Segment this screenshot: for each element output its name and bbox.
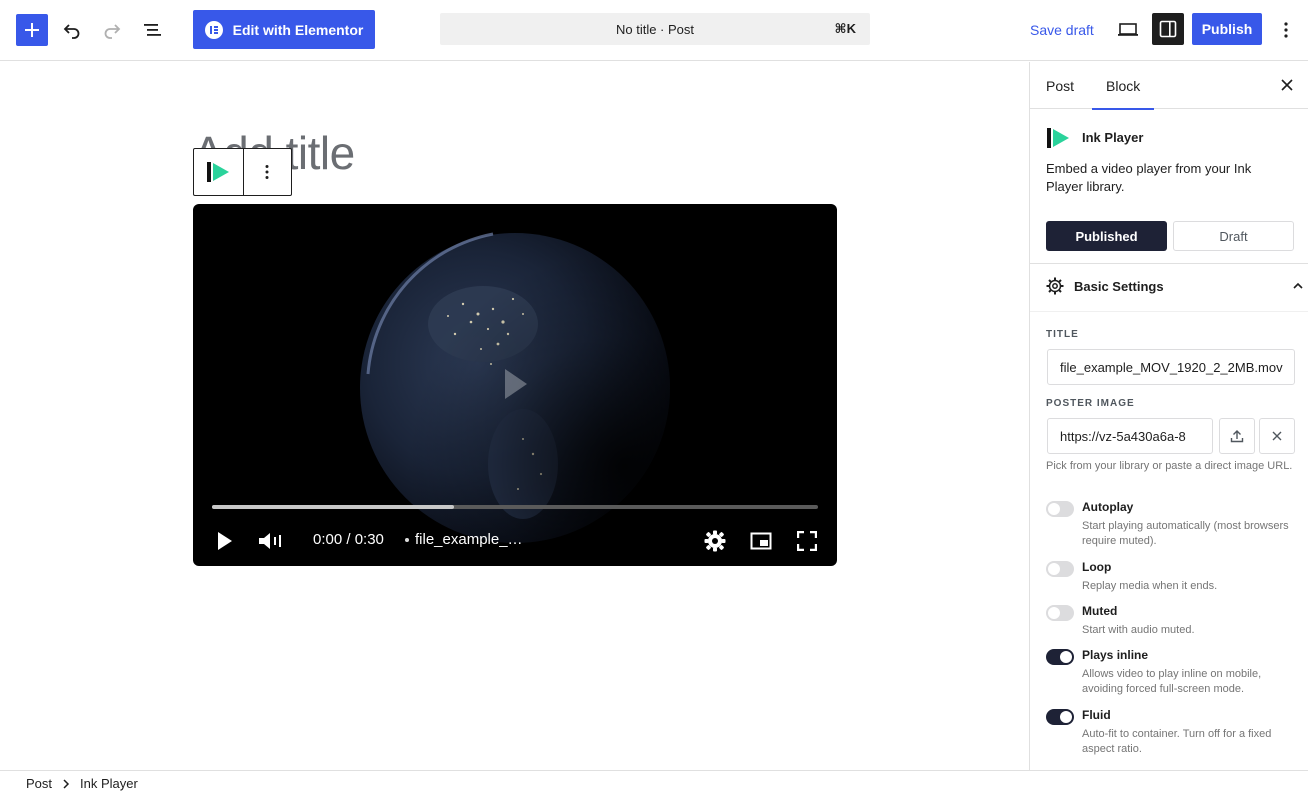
toggle-switch[interactable] <box>1046 501 1074 517</box>
list-view-icon <box>144 24 161 36</box>
status-draft-button[interactable]: Draft <box>1173 221 1294 251</box>
divider <box>1030 311 1308 312</box>
poster-image-label: POSTER IMAGE <box>1046 398 1135 409</box>
fullscreen-icon <box>797 531 817 551</box>
volume-muted-icon <box>259 533 281 549</box>
plus-icon <box>25 23 39 37</box>
video-settings-button[interactable] <box>701 526 729 556</box>
elementor-icon <box>204 20 223 39</box>
toggle-switch[interactable] <box>1046 709 1074 725</box>
toggle-help: Replay media when it ends. <box>1082 580 1218 592</box>
more-vertical-icon <box>265 165 269 179</box>
add-block-button[interactable] <box>16 14 48 46</box>
sidebar-tabs: Post Block <box>1030 62 1308 110</box>
save-draft-button[interactable]: Save draft <box>1022 14 1102 46</box>
toggle-help: Start with audio muted. <box>1082 624 1195 636</box>
publish-button[interactable]: Publish <box>1192 13 1262 45</box>
big-play-icon[interactable] <box>503 367 529 401</box>
redo-icon <box>104 24 121 39</box>
edit-with-elementor-button[interactable]: Edit with Elementor <box>193 10 375 49</box>
tab-block[interactable]: Block <box>1092 62 1155 110</box>
play-button[interactable] <box>213 526 237 556</box>
undo-button[interactable] <box>58 14 86 46</box>
editor-canvas: Add title <box>0 62 1029 770</box>
breadcrumb-post[interactable]: Post <box>26 776 52 791</box>
redo-button[interactable] <box>98 14 126 46</box>
block-options-button[interactable] <box>242 149 292 195</box>
poster-help-text: Pick from your library or paste a direct… <box>1046 460 1293 472</box>
ink-player-icon <box>1047 128 1069 148</box>
poster-image-input[interactable]: https://vz-5a430a6a-8 <box>1047 418 1213 454</box>
gear-icon <box>1046 277 1064 295</box>
shortcut-hint: ⌘K <box>834 21 856 36</box>
settings-toggle-button[interactable] <box>1152 13 1184 45</box>
picture-in-picture-button[interactable] <box>747 526 775 556</box>
close-icon <box>1272 431 1282 441</box>
video-player[interactable]: 0:00 / 0:30 file_example_… <box>193 204 837 566</box>
block-toolbar <box>193 148 292 196</box>
title-field-label: TITLE <box>1046 329 1079 340</box>
tab-post[interactable]: Post <box>1046 62 1074 109</box>
play-icon <box>218 532 232 550</box>
title-separator-dot <box>405 538 409 542</box>
toggle-switch[interactable] <box>1046 561 1074 577</box>
video-progress-bar[interactable] <box>212 505 818 509</box>
video-time: 0:00 / 0:30 <box>313 531 384 548</box>
undo-icon <box>63 24 80 39</box>
pip-icon <box>750 532 772 550</box>
edit-with-elementor-label: Edit with Elementor <box>232 21 364 38</box>
toggle-help: Allows video to play inline on mobile, a… <box>1082 668 1262 695</box>
gear-icon <box>704 530 726 552</box>
status-published-button[interactable]: Published <box>1046 221 1167 251</box>
chevron-up-icon <box>1293 282 1303 289</box>
toggle-help: Start playing automatically (most browse… <box>1082 520 1289 547</box>
more-vertical-icon <box>1284 22 1288 38</box>
toggle-switch[interactable] <box>1046 605 1074 621</box>
divider <box>1030 263 1308 264</box>
close-sidebar-button[interactable] <box>1275 73 1299 97</box>
toggle-help: Auto-fit to container. Turn off for a fi… <box>1082 728 1272 755</box>
block-name: Ink Player <box>1082 130 1144 145</box>
close-icon <box>1281 79 1293 91</box>
panel-title: Basic Settings <box>1074 279 1164 294</box>
block-description: Embed a video player from your Ink Playe… <box>1046 161 1252 194</box>
video-title: file_example_… <box>415 531 523 548</box>
upload-poster-button[interactable] <box>1219 418 1255 454</box>
toggle-label: Loop <box>1082 560 1112 574</box>
chevron-right-icon <box>62 778 70 789</box>
editor-header: Edit with Elementor No title · Post ⌘K S… <box>0 0 1308 61</box>
mute-button[interactable] <box>257 526 285 556</box>
document-title: No title · Post <box>615 21 695 37</box>
document-overview-button[interactable] <box>138 14 166 46</box>
block-type-button[interactable] <box>194 149 243 195</box>
sidebar-icon <box>1159 20 1177 38</box>
preview-button[interactable] <box>1114 14 1142 46</box>
options-button[interactable] <box>1274 14 1298 46</box>
breadcrumb-current[interactable]: Ink Player <box>80 776 138 791</box>
toggle-label: Fluid <box>1082 708 1111 722</box>
fullscreen-button[interactable] <box>793 526 821 556</box>
breadcrumb: Post Ink Player <box>0 770 1308 796</box>
video-buffered-bar <box>212 505 455 509</box>
basic-settings-panel-toggle[interactable]: Basic Settings <box>1046 277 1303 299</box>
upload-icon <box>1230 430 1244 443</box>
command-palette-bar[interactable]: No title · Post ⌘K <box>440 13 870 45</box>
toggle-label: Autoplay <box>1082 500 1134 514</box>
ink-player-icon <box>207 162 230 182</box>
toggle-switch[interactable] <box>1046 649 1074 665</box>
toggle-label: Muted <box>1082 604 1118 618</box>
toggle-label: Plays inline <box>1082 648 1149 662</box>
desktop-icon <box>1118 23 1138 36</box>
clear-poster-button[interactable] <box>1259 418 1295 454</box>
title-input[interactable]: file_example_MOV_1920_2_2MB.mov <box>1047 349 1295 385</box>
settings-sidebar: Post Block Ink Player Embed a video play… <box>1029 62 1308 770</box>
